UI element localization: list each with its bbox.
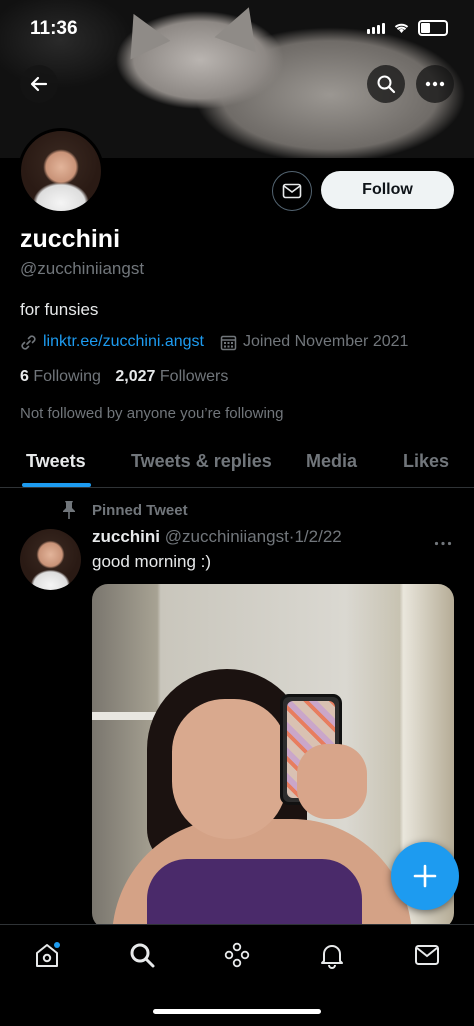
tweet-more-button[interactable] xyxy=(434,530,452,551)
nav-home[interactable] xyxy=(31,939,63,971)
profile-joined-date: Joined November 2021 xyxy=(242,333,409,350)
search-button[interactable] xyxy=(367,65,405,103)
tab-likes[interactable]: Likes xyxy=(403,451,449,472)
arrow-left-icon xyxy=(30,76,48,92)
status-icons xyxy=(367,20,448,36)
follow-counts: 6 Following 2,027 Followers xyxy=(20,368,228,386)
battery-icon xyxy=(418,20,448,36)
tab-tweets[interactable]: Tweets xyxy=(26,451,86,472)
tab-media[interactable]: Media xyxy=(306,451,357,472)
pin-icon xyxy=(63,501,75,519)
pinned-tweet-text: Pinned Tweet xyxy=(92,501,188,519)
spaces-icon xyxy=(224,942,250,968)
more-icon xyxy=(425,81,445,87)
back-button[interactable] xyxy=(20,65,58,103)
image-detail xyxy=(92,712,160,720)
profile-bio: for funsies xyxy=(20,300,99,319)
message-button[interactable] xyxy=(272,171,312,211)
profile-display-name: zucchini xyxy=(20,225,121,253)
calendar-icon xyxy=(220,335,237,350)
image-detail xyxy=(172,699,287,839)
tweet-text: good morning :) xyxy=(92,552,212,571)
more-options-button[interactable] xyxy=(416,65,454,103)
home-icon xyxy=(36,942,60,967)
follow-button[interactable]: Follow xyxy=(321,171,454,209)
search-icon xyxy=(377,75,396,94)
profile-meta: linktr.ee/zucchini.angst Joined November… xyxy=(20,333,408,351)
bell-icon xyxy=(321,945,343,969)
status-time: 11:36 xyxy=(30,18,78,39)
tweet-author-handle: @zucchiniiangst xyxy=(164,527,289,546)
tweet-author-name[interactable]: zucchini xyxy=(92,527,160,546)
nav-search[interactable] xyxy=(126,939,158,971)
image-detail xyxy=(297,744,367,819)
not-followed-notice: Not followed by anyone you’re following xyxy=(20,405,284,422)
followers-link[interactable]: 2,027 Followers xyxy=(115,368,228,385)
compose-tweet-button[interactable] xyxy=(391,842,459,910)
followers-count: 2,027 xyxy=(115,368,156,385)
following-label: Following xyxy=(33,368,101,385)
search-icon xyxy=(130,943,155,968)
image-detail xyxy=(147,859,362,929)
more-icon xyxy=(434,541,452,546)
profile-tabs: Tweets Tweets & replies Media Likes xyxy=(0,440,474,488)
following-link[interactable]: 6 Following xyxy=(20,368,101,385)
wifi-icon xyxy=(394,23,409,33)
home-indicator xyxy=(153,1009,321,1014)
envelope-icon xyxy=(415,945,439,965)
nav-messages[interactable] xyxy=(411,939,443,971)
pinned-label: Pinned Tweet xyxy=(60,500,188,520)
envelope-icon xyxy=(282,183,302,199)
status-bar: 11:36 xyxy=(0,0,474,48)
tweet-date: 1/2/22 xyxy=(294,527,342,546)
followers-label: Followers xyxy=(159,368,229,385)
following-count: 6 xyxy=(20,368,29,385)
profile-link[interactable]: linktr.ee/zucchini.angst xyxy=(43,333,204,351)
profile-avatar[interactable] xyxy=(18,128,104,214)
plus-icon xyxy=(413,864,437,888)
tweet-author-avatar[interactable] xyxy=(20,529,81,590)
tab-tweets-replies[interactable]: Tweets & replies xyxy=(131,451,272,472)
nav-spaces[interactable] xyxy=(221,939,253,971)
profile-handle: @zucchiniiangst xyxy=(20,259,145,278)
nav-notifications[interactable] xyxy=(316,939,348,971)
cellular-signal-icon xyxy=(367,22,385,34)
active-tab-indicator xyxy=(22,483,91,487)
link-icon xyxy=(21,334,36,350)
tweet-header: zucchini @zucchiniiangst·1/2/22 xyxy=(92,527,342,547)
